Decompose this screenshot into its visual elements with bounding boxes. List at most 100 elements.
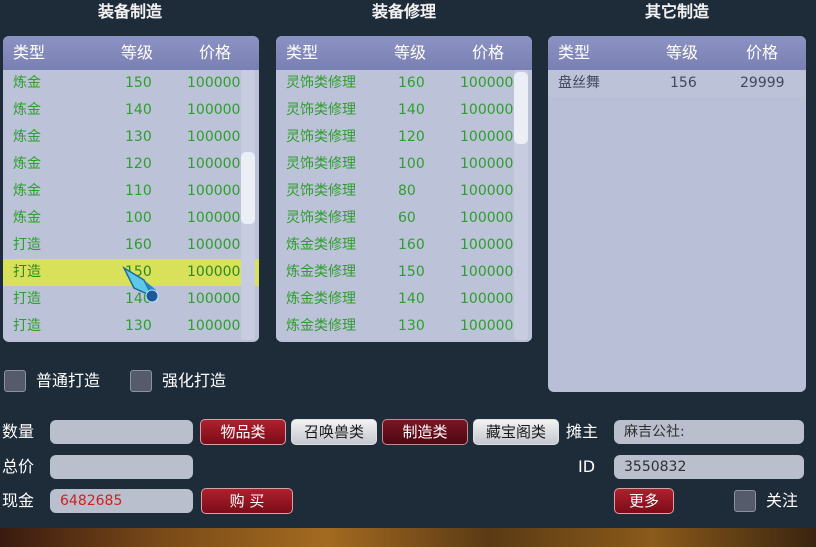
row-level: 80 (398, 183, 416, 199)
normal-craft-label: 普通打造 (36, 371, 101, 390)
row-type: 灵饰类修理 (286, 156, 356, 172)
list-item[interactable]: 盘丝舞 156 29999 (548, 70, 806, 97)
list-item[interactable]: 炼金类修理 160 100000 (276, 232, 532, 259)
header-price: 价格 (746, 43, 779, 62)
items-category-button[interactable]: 物品类 (200, 419, 286, 445)
list-item[interactable]: 灵饰类修理 120 100000 (276, 124, 532, 151)
row-price: 100000 (460, 156, 514, 172)
row-level: 120 (398, 129, 425, 145)
header-type: 类型 (286, 43, 319, 62)
row-price: 100000 (187, 156, 241, 172)
follow-label: 关注 (766, 491, 799, 510)
row-price: 100000 (187, 264, 241, 280)
other-list-panel: 类型 等级 价格 盘丝舞 156 29999 (548, 36, 806, 392)
list-item[interactable]: 炼金 140 100000 (3, 97, 259, 124)
row-price: 100000 (460, 75, 514, 91)
row-level: 150 (398, 264, 425, 280)
row-level: 100 (125, 210, 152, 226)
quantity-input[interactable] (50, 420, 193, 444)
list-item[interactable]: 炼金类修理 130 100000 (276, 313, 532, 340)
row-type: 炼金 (13, 156, 41, 172)
row-price: 100000 (187, 75, 241, 91)
follow-checkbox[interactable] (734, 490, 756, 512)
header-price: 价格 (472, 43, 505, 62)
more-button[interactable]: 更多 (614, 488, 674, 514)
make-section-title: 装备制造 (97, 2, 162, 21)
header-level: 等级 (666, 43, 699, 62)
row-level: 160 (398, 75, 425, 91)
header-type: 类型 (558, 43, 591, 62)
row-price: 100000 (460, 129, 514, 145)
header-level: 等级 (121, 43, 154, 62)
other-rows: 盘丝舞 156 29999 (548, 70, 806, 97)
list-item[interactable]: 炼金类修理 140 100000 (276, 286, 532, 313)
list-item[interactable]: 炼金 150 100000 (3, 70, 259, 97)
row-level: 150 (125, 75, 152, 91)
row-level: 160 (125, 237, 152, 253)
crafting-category-button[interactable]: 制造类 (382, 419, 468, 445)
make-scrollbar[interactable] (241, 70, 255, 340)
stall-owner-field: 麻吉公社: (614, 420, 804, 444)
list-item[interactable]: 灵饰类修理 100 100000 (276, 151, 532, 178)
row-level: 156 (670, 75, 697, 91)
header-type: 类型 (13, 43, 46, 62)
enhanced-craft-label: 强化打造 (162, 371, 227, 390)
list-item[interactable]: 炼金 130 100000 (3, 124, 259, 151)
list-item[interactable]: 打造 160 100000 (3, 232, 259, 259)
row-type: 灵饰类修理 (286, 183, 356, 199)
row-type: 灵饰类修理 (286, 102, 356, 118)
cursor-icon (122, 266, 159, 303)
list-item[interactable]: 灵饰类修理 80 100000 (276, 178, 532, 205)
row-price: 100000 (187, 318, 241, 334)
row-price: 100000 (460, 210, 514, 226)
row-type: 炼金 (13, 129, 41, 145)
row-level: 130 (125, 318, 152, 334)
header-price: 价格 (199, 43, 232, 62)
row-type: 打造 (13, 318, 41, 334)
row-type: 灵饰类修理 (286, 75, 356, 91)
list-item[interactable]: 炼金类修理 150 100000 (276, 259, 532, 286)
repair-rows: 灵饰类修理 160 100000 灵饰类修理 140 100000 灵饰类修理 120 1000… (276, 70, 532, 340)
list-item[interactable]: 打造 130 100000 (3, 313, 259, 340)
list-item[interactable]: 炼金 100 100000 (3, 205, 259, 232)
row-type: 炼金 (13, 75, 41, 91)
list-item[interactable]: 灵饰类修理 60 100000 (276, 205, 532, 232)
row-level: 160 (398, 237, 425, 253)
normal-craft-checkbox[interactable] (4, 370, 26, 392)
stall-owner-label: 摊主 (566, 422, 599, 441)
row-level: 130 (125, 129, 152, 145)
row-type: 炼金 (13, 183, 41, 199)
row-price: 100000 (460, 291, 514, 307)
repair-scrollbar[interactable] (514, 70, 528, 340)
list-item[interactable]: 灵饰类修理 140 100000 (276, 97, 532, 124)
make-list-header: 类型 等级 价格 (3, 36, 259, 70)
total-price-label: 总价 (2, 457, 35, 476)
row-price: 100000 (187, 183, 241, 199)
row-type: 炼金 (13, 102, 41, 118)
row-type: 炼金类修理 (286, 264, 356, 280)
stall-id-field: 3550832 (614, 455, 804, 479)
buy-button[interactable]: 购 买 (201, 488, 293, 514)
list-item[interactable]: 炼金 110 100000 (3, 178, 259, 205)
summon-category-button[interactable]: 召唤兽类 (291, 419, 377, 445)
quantity-label: 数量 (2, 422, 35, 441)
row-price: 100000 (460, 318, 514, 334)
row-price: 100000 (187, 129, 241, 145)
row-type: 盘丝舞 (558, 75, 600, 91)
make-scroll-thumb[interactable] (241, 152, 255, 224)
repair-scroll-thumb[interactable] (514, 72, 528, 144)
row-level: 140 (398, 291, 425, 307)
repair-list-header: 类型 等级 价格 (276, 36, 532, 70)
stall-id-label: ID (578, 457, 596, 476)
row-price: 100000 (187, 210, 241, 226)
row-level: 110 (125, 183, 152, 199)
other-section-title: 其它制造 (644, 2, 709, 21)
enhanced-craft-checkbox[interactable] (130, 370, 152, 392)
game-toolbar-strip (0, 528, 816, 547)
row-type: 打造 (13, 237, 41, 253)
list-item[interactable]: 灵饰类修理 160 100000 (276, 70, 532, 97)
treasure-category-button[interactable]: 藏宝阁类 (473, 419, 559, 445)
list-item[interactable]: 炼金 120 100000 (3, 151, 259, 178)
row-type: 炼金类修理 (286, 291, 356, 307)
total-price-field (50, 455, 193, 479)
